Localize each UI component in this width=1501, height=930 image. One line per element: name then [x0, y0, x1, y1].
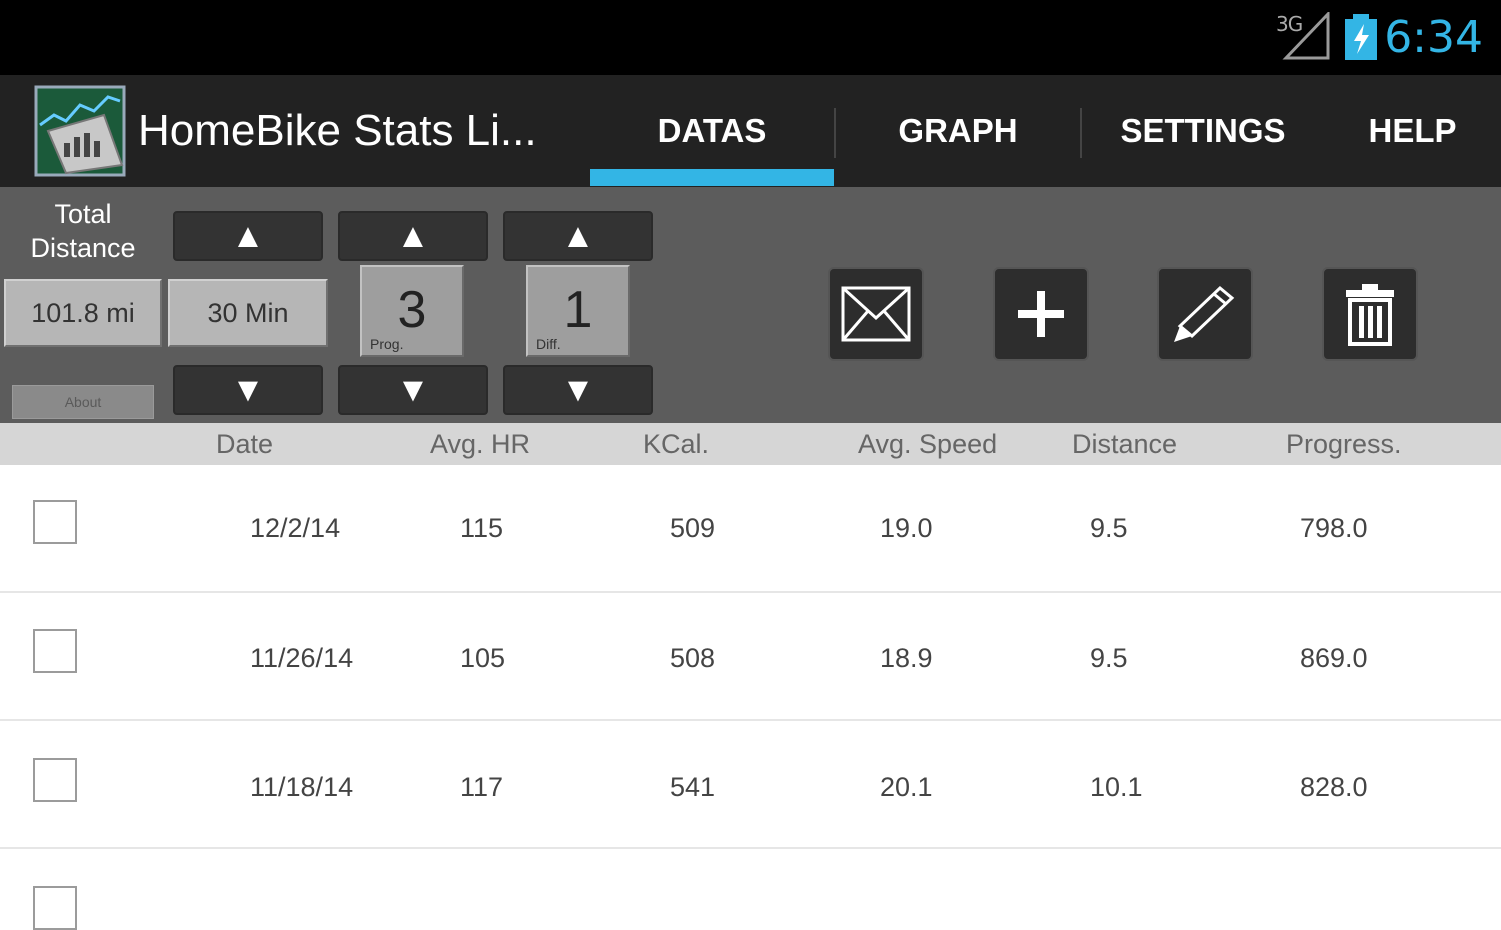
about-button[interactable]: About — [12, 385, 154, 419]
down-arrow-icon: ▼ — [396, 370, 430, 409]
tab-graph[interactable]: GRAPH — [836, 75, 1080, 187]
cell-avg-speed: 18.9 — [880, 643, 933, 673]
header-avg-hr[interactable]: Avg. HR — [430, 423, 530, 465]
up-arrow-icon: ▲ — [231, 216, 265, 255]
row-checkbox[interactable] — [33, 758, 77, 802]
battery-charging-icon — [1345, 14, 1377, 60]
program-value[interactable]: 3 Prog. — [360, 265, 464, 357]
cell-distance: 10.1 — [1090, 772, 1143, 802]
tab-label: DATAS — [657, 112, 767, 149]
cell-date: 12/2/14 — [250, 513, 341, 543]
tab-help[interactable]: HELP — [1324, 75, 1501, 187]
difficulty-up-button[interactable]: ▲ — [503, 211, 653, 261]
table-row[interactable]: 11/26/14 105 508 18.9 9.5 869.0 — [0, 593, 1501, 721]
cell-avg-hr: 117 — [460, 772, 504, 802]
tab-settings[interactable]: SETTINGS — [1082, 75, 1324, 187]
table-row[interactable] — [0, 849, 1501, 930]
selected-tab-indicator — [590, 169, 834, 186]
up-arrow-icon: ▲ — [561, 216, 595, 255]
cell-date: 11/26/14 — [250, 643, 354, 673]
down-arrow-icon: ▼ — [561, 370, 595, 409]
duration-down-button[interactable]: ▼ — [173, 365, 323, 415]
email-button[interactable] — [828, 267, 924, 361]
cell-avg-speed: 20.1 — [880, 772, 933, 802]
about-label: About — [64, 394, 102, 410]
row-checkbox[interactable] — [33, 886, 77, 930]
app-logo-icon[interactable] — [34, 85, 126, 177]
table-header: Date Avg. HR KCal. Avg. Speed Distance P… — [0, 423, 1501, 465]
header-avg-speed[interactable]: Avg. Speed — [858, 423, 997, 465]
plus-icon — [1018, 291, 1064, 337]
header-distance[interactable]: Distance — [1072, 423, 1177, 465]
header-progress[interactable]: Progress. — [1286, 423, 1402, 465]
delete-button[interactable] — [1322, 267, 1418, 361]
clock: 6:34 — [1384, 12, 1483, 63]
total-distance-value[interactable]: 101.8 mi — [4, 279, 162, 347]
row-checkbox[interactable] — [33, 629, 77, 673]
duration-value-text: 30 Min — [207, 297, 289, 328]
app-title: HomeBike Stats Li... — [138, 106, 537, 155]
cell-kcal: 541 — [670, 772, 716, 802]
program-up-button[interactable]: ▲ — [338, 211, 488, 261]
program-down-button[interactable]: ▼ — [338, 365, 488, 415]
action-bar: HomeBike Stats Li... DATAS GRAPH SETTING… — [0, 75, 1501, 187]
row-checkbox[interactable] — [33, 500, 77, 544]
mail-icon — [841, 286, 911, 342]
difficulty-down-button[interactable]: ▼ — [503, 365, 653, 415]
difficulty-number: 1 — [563, 281, 593, 339]
header-date[interactable]: Date — [216, 423, 273, 465]
header-kcal[interactable]: KCal. — [643, 423, 709, 465]
tab-label: GRAPH — [898, 112, 1018, 149]
add-button[interactable] — [993, 267, 1089, 361]
cell-distance: 9.5 — [1090, 643, 1128, 673]
cell-distance: 9.5 — [1090, 513, 1128, 543]
network-type-label: 3G — [1276, 12, 1303, 36]
table-row[interactable]: 11/18/14 117 541 20.1 10.1 828.0 — [0, 721, 1501, 849]
up-arrow-icon: ▲ — [396, 216, 430, 255]
cell-progress: 869.0 — [1300, 643, 1368, 673]
cell-date: 11/18/14 — [250, 772, 354, 802]
cell-avg-hr: 105 — [460, 643, 506, 673]
difficulty-value[interactable]: 1 Diff. — [526, 265, 630, 357]
duration-value[interactable]: 30 Min — [168, 279, 328, 347]
program-number: 3 — [397, 281, 427, 339]
distance-value-text: 101.8 mi — [31, 297, 135, 328]
control-panel: Total Distance 101.8 mi About ▲ 30 Min ▼… — [0, 187, 1501, 423]
duration-up-button[interactable]: ▲ — [173, 211, 323, 261]
status-bar: 3G 6:34 — [0, 0, 1501, 75]
total-distance-label: Total Distance — [8, 197, 158, 265]
program-label: Prog. — [370, 336, 404, 352]
difficulty-label: Diff. — [536, 336, 561, 352]
down-arrow-icon: ▼ — [231, 370, 265, 409]
cell-progress: 828.0 — [1300, 772, 1368, 802]
cell-kcal: 508 — [670, 643, 716, 673]
tab-label: SETTINGS — [1120, 112, 1286, 149]
total-distance-text: Total Distance — [30, 199, 136, 263]
cell-avg-hr: 115 — [460, 513, 504, 543]
tab-label: HELP — [1368, 112, 1457, 149]
trash-icon — [1346, 284, 1394, 346]
pencil-icon — [1174, 285, 1235, 342]
cell-progress: 798.0 — [1300, 513, 1368, 543]
table-row[interactable]: 12/2/14 115 509 19.0 9.5 798.0 — [0, 465, 1501, 593]
cell-kcal: 509 — [670, 513, 716, 543]
cell-avg-speed: 19.0 — [880, 513, 933, 543]
edit-button[interactable] — [1157, 267, 1253, 361]
